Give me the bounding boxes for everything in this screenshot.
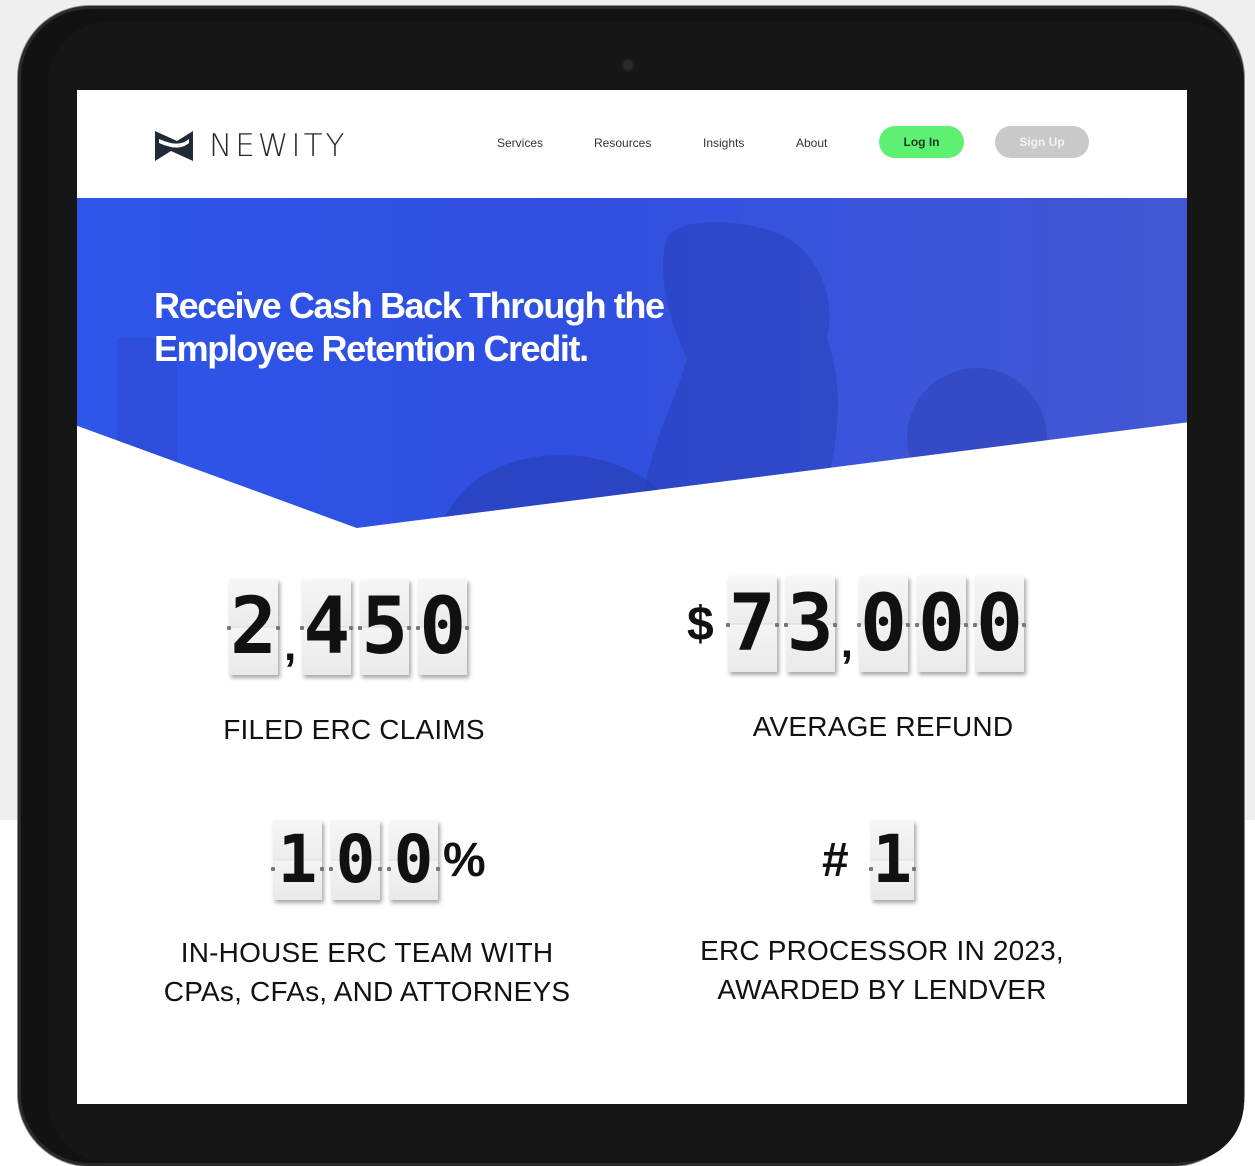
nav-link-about[interactable]: About: [796, 136, 827, 150]
site-header: NEWITY Services Resources Insights About…: [77, 90, 1187, 198]
camera-icon: [623, 60, 633, 70]
percent-symbol: %: [443, 833, 486, 887]
newity-logo-icon: [155, 131, 193, 161]
flip-digit: 7: [725, 576, 779, 672]
flip-digit: 0: [329, 820, 382, 900]
website-screen: NEWITY Services Resources Insights About…: [77, 90, 1187, 1104]
brand-logo[interactable]: NEWITY: [153, 128, 347, 164]
flip-digit: 0: [387, 820, 440, 900]
stat-average-refund-label: AVERAGE REFUND: [752, 711, 1014, 742]
nav-link-insights[interactable]: Insights: [703, 136, 744, 150]
stat-filed-claims-counter: 2 , 4 5 0: [227, 579, 476, 675]
flip-digit: 0: [914, 576, 968, 672]
nav-link-services[interactable]: Services: [497, 136, 543, 150]
currency-symbol: $: [687, 597, 714, 651]
flip-digit: 2: [227, 579, 280, 675]
flip-digit: 0: [856, 576, 910, 672]
stat-inhouse-team-counter: 1 0 0 %: [271, 820, 500, 900]
flip-digit: 0: [972, 576, 1026, 672]
hero-banner: Receive Cash Back Through the Employee R…: [77, 198, 1187, 528]
stat-filed-claims-label: FILED ERC CLAIMS: [223, 714, 485, 745]
hero-title: Receive Cash Back Through the Employee R…: [154, 285, 665, 369]
signup-button[interactable]: Sign Up: [995, 126, 1089, 158]
label-line: ERC PROCESSOR IN 2023,: [700, 935, 1064, 966]
stat-average-refund-counter: $ 7 3 , 0 0 0: [687, 576, 1033, 672]
label-line: CPAs, CFAs, AND ATTORNEYS: [163, 976, 571, 1007]
flip-digit: 4: [300, 579, 354, 675]
flip-digit: 3: [783, 576, 837, 672]
hash-symbol: #: [822, 833, 849, 887]
flip-digit: 5: [358, 579, 412, 675]
stat-ranking-counter: # 1: [822, 820, 923, 900]
digit-separator: ,: [840, 618, 853, 667]
label-line: IN-HOUSE ERC TEAM WITH: [180, 937, 554, 968]
stat-ranking-label: ERC PROCESSOR IN 2023, AWARDED BY LENDVE…: [632, 931, 1132, 1009]
login-button[interactable]: Log In: [879, 126, 964, 158]
nav-link-resources[interactable]: Resources: [594, 136, 651, 150]
digit-separator: ,: [284, 621, 297, 670]
flip-digit: 0: [416, 579, 470, 675]
flip-digit: 1: [271, 820, 324, 900]
brand-name: NEWITY: [209, 128, 348, 164]
flip-digit: 1: [868, 820, 916, 900]
label-line: AWARDED BY LENDVER: [717, 974, 1047, 1005]
stat-inhouse-team-label: IN-HOUSE ERC TEAM WITH CPAs, CFAs, AND A…: [117, 933, 617, 1011]
